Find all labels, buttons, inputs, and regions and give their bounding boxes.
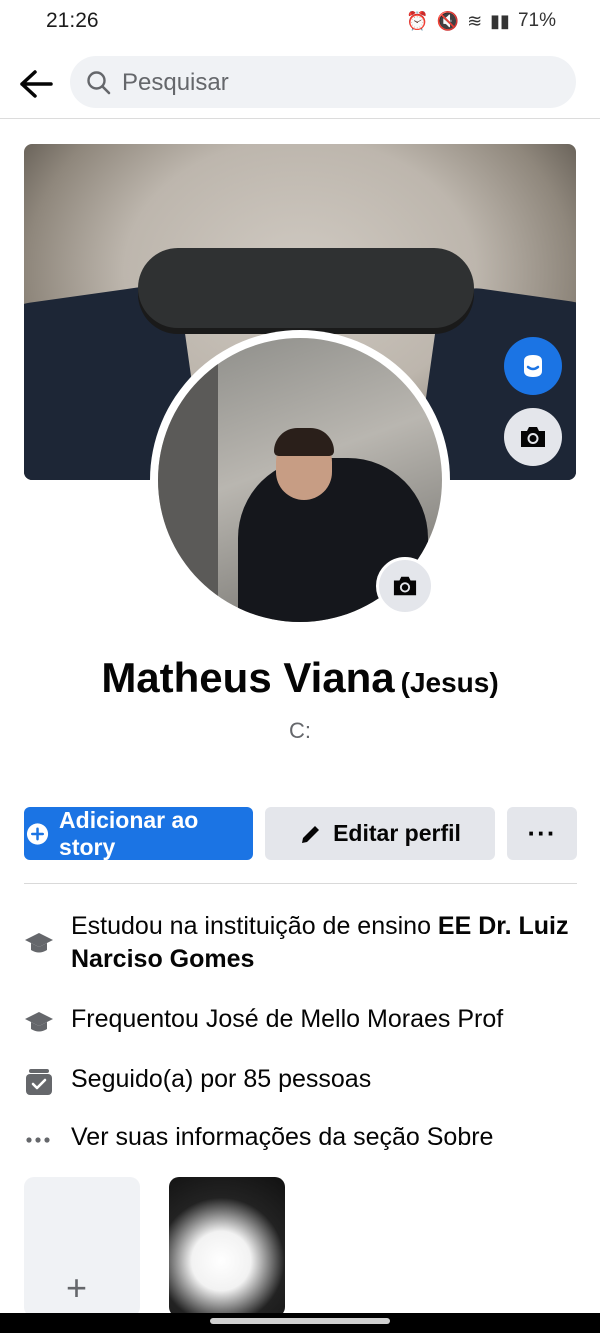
battery-percent: 71%: [517, 10, 556, 31]
edit-cover-photo-button[interactable]: [504, 408, 562, 466]
detail-text: Ver suas informações da seção Sobre: [71, 1123, 494, 1151]
back-button[interactable]: [16, 64, 56, 104]
divider: [24, 883, 577, 884]
cover-photo-skateboard: [138, 248, 474, 328]
profile-alternate-name: (Jesus): [400, 667, 499, 698]
camera-icon: [521, 427, 545, 447]
system-navigation-bar: [0, 1313, 600, 1333]
add-to-story-button[interactable]: Adicionar ao story: [24, 807, 253, 860]
profile-name-main: Matheus Viana: [101, 654, 395, 701]
more-dots-icon: ···: [527, 818, 557, 848]
profile-bio: C:: [289, 718, 311, 743]
add-circle-icon: [26, 822, 49, 845]
edit-profile-label: Editar perfil: [333, 820, 461, 846]
top-bar: Pesquisar: [0, 54, 600, 119]
avatar-icon: [524, 355, 542, 377]
alarm-icon: ⏰: [406, 10, 429, 31]
detail-text: Estudou na instituição de ensino: [71, 912, 438, 940]
add-featured-tile[interactable]: +: [24, 1177, 140, 1317]
home-gesture-handle[interactable]: [210, 1318, 390, 1324]
status-bar: 21:26 ⏰ 🔇 ≋ ▮▮ 71%: [0, 0, 600, 46]
followers-icon: [26, 1069, 52, 1095]
search-bar[interactable]: Pesquisar: [70, 56, 576, 108]
edit-profile-button[interactable]: Editar perfil: [265, 807, 495, 860]
more-options-button[interactable]: ···: [507, 807, 577, 860]
add-to-story-label: Adicionar ao story: [59, 806, 199, 860]
featured-photo-tile[interactable]: [169, 1177, 285, 1317]
profile-photo-detail: [274, 428, 334, 456]
mute-icon: 🔇: [436, 10, 460, 31]
detail-text: Seguido(a) por 85 pessoas: [71, 1065, 372, 1093]
back-arrow-icon: [20, 70, 53, 98]
profile-photo-detail: [158, 338, 218, 622]
pencil-icon: [302, 825, 320, 843]
profile-name: Matheus Viana (Jesus): [0, 654, 600, 702]
camera-icon: [393, 576, 417, 596]
graduation-cap-icon: [25, 1012, 53, 1032]
status-icons: ⏰ 🔇 ≋ ▮▮ 71%: [406, 10, 556, 32]
search-placeholder: Pesquisar: [122, 69, 229, 96]
avatar-button[interactable]: [504, 337, 562, 395]
more-dots-icon: [26, 1137, 50, 1143]
status-time: 21:26: [46, 9, 99, 32]
edit-profile-picture-button[interactable]: [376, 557, 434, 615]
plus-icon: +: [66, 1267, 88, 1308]
search-icon: [87, 71, 111, 95]
detail-text: Frequentou José de Mello Moraes Prof: [71, 1005, 504, 1033]
wifi-icon: ≋: [467, 10, 483, 31]
graduation-cap-icon: [25, 933, 53, 953]
signal-icon: ▮▮: [490, 10, 510, 31]
